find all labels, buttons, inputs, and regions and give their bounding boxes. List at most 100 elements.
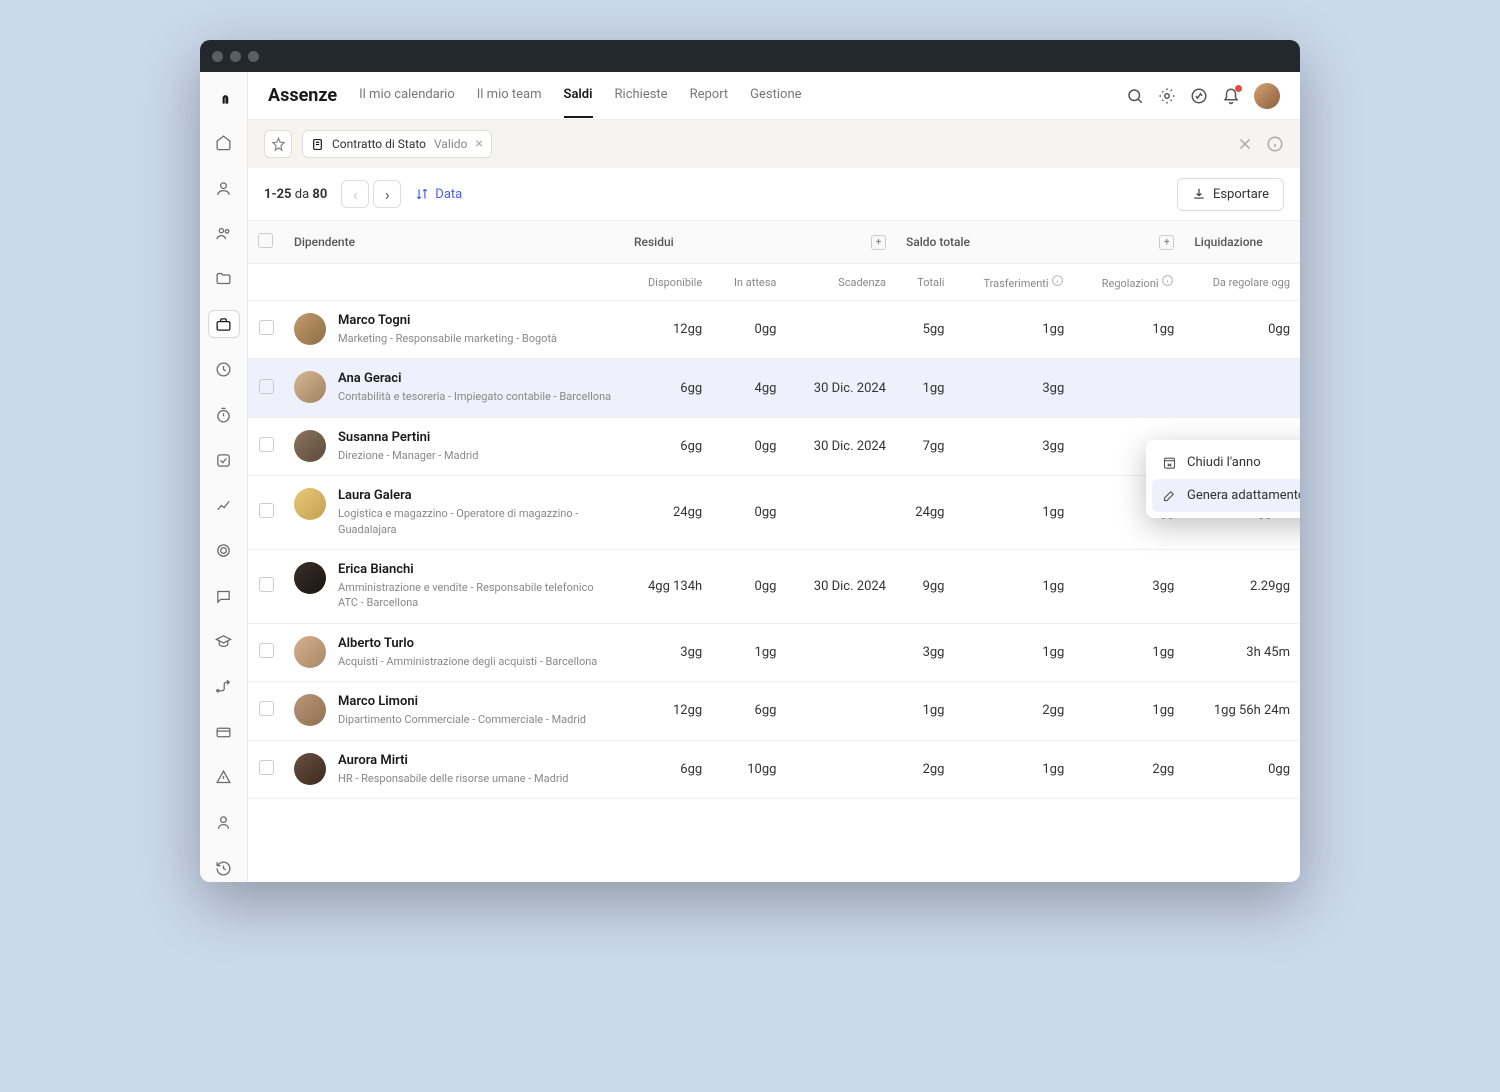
nav-timer-icon[interactable] [208,401,240,428]
cell-attesa: 0gg [712,301,786,359]
cell-scadenza [786,301,896,359]
nav-person-icon[interactable] [208,809,240,836]
nav-check-icon[interactable] [208,447,240,474]
info-icon[interactable] [1266,135,1284,153]
col-group-employee: Dipendente [284,221,624,264]
window-close-dot[interactable] [212,51,223,62]
logo-icon [214,88,234,105]
tab-saldi[interactable]: Saldi [564,73,593,118]
filter-chip[interactable]: Contratto di Stato Valido × [302,130,492,158]
nav-history-icon[interactable] [208,855,240,882]
tab-il-mio-team[interactable]: Il mio team [477,73,542,118]
row-checkbox[interactable] [259,577,274,592]
favorite-button[interactable] [264,130,292,158]
nav-user-icon[interactable] [208,174,240,201]
cell-scadenza: 30 Dic. 2024 [786,549,896,623]
row-checkbox[interactable] [259,643,274,658]
prev-page-button[interactable]: ‹ [341,180,369,208]
sort-button[interactable]: Data [415,187,462,202]
table-row[interactable]: Erica Bianchi Amministrazione e vendite … [248,549,1300,623]
notification-dot [1235,85,1242,92]
cell-da-regolare: 1gg 56h 24m [1184,682,1300,740]
employee-subtitle: Dipartimento Commerciale - Commerciale -… [338,712,586,727]
user-avatar[interactable] [1254,83,1280,109]
cell-regolazioni: 1gg [1074,623,1184,681]
window-max-dot[interactable] [248,51,259,62]
nav-folder-icon[interactable] [208,265,240,292]
activity-icon[interactable] [1190,87,1208,105]
nav-grad-icon[interactable] [208,628,240,655]
row-checkbox[interactable] [259,760,274,775]
cell-da-regolare [1184,359,1300,417]
employee-avatar [294,488,326,520]
nav-chart-icon[interactable] [208,492,240,519]
window-min-dot[interactable] [230,51,241,62]
nav-alert-icon[interactable] [208,764,240,791]
sidebar [200,72,248,882]
nav-briefcase-icon[interactable] [208,310,240,338]
context-generate-adjustment[interactable]: Genera adattamento [1152,479,1300,512]
employee-name: Alberto Turlo [338,636,597,651]
cell-regolazioni: 1gg [1074,682,1184,740]
clear-filters-icon[interactable] [1236,135,1254,153]
context-close-year[interactable]: Chiudi l'anno [1152,446,1300,479]
nav-card-icon[interactable] [208,719,240,746]
filter-chip-remove[interactable]: × [475,136,482,152]
nav-home-icon[interactable] [208,129,240,156]
nav-route-icon[interactable] [208,673,240,700]
context-menu: Chiudi l'anno Genera adattamento [1146,440,1300,518]
table-row[interactable]: Susanna Pertini Direzione - Manager - Ma… [248,417,1300,475]
employee-avatar [294,371,326,403]
cell-totali: 2gg [896,740,954,798]
info-icon [1161,274,1174,287]
cell-trasferimenti: 1gg [954,740,1074,798]
export-button[interactable]: Esportare [1177,178,1284,211]
cell-attesa: 0gg [712,476,786,550]
cell-scadenza [786,682,896,740]
settings-icon[interactable] [1158,87,1176,105]
employee-avatar [294,430,326,462]
row-checkbox[interactable] [259,503,274,518]
col-group-liquid: Liquidazione [1184,221,1300,264]
row-checkbox[interactable] [259,379,274,394]
row-checkbox[interactable] [259,320,274,335]
nav-clock-icon[interactable] [208,356,240,383]
nav-target-icon[interactable] [208,537,240,564]
bell-icon[interactable] [1222,87,1240,105]
row-checkbox[interactable] [259,701,274,716]
document-icon [311,138,324,151]
cell-disponibile: 6gg [624,359,712,417]
filter-bar: Contratto di Stato Valido × [248,120,1300,168]
col-group-saldo: Saldo totale+ [896,221,1184,264]
cell-totali: 3gg [896,623,954,681]
cell-regolazioni: 3gg [1074,549,1184,623]
employee-avatar [294,636,326,668]
select-all-checkbox[interactable] [258,233,273,248]
expand-residui-icon[interactable]: + [871,235,886,250]
tab-gestione[interactable]: Gestione [750,73,801,118]
cell-trasferimenti: 1gg [954,549,1074,623]
nav-chat-icon[interactable] [208,583,240,610]
table-row[interactable]: Aurora Mirti HR - Responsabile delle ris… [248,740,1300,798]
table-row[interactable]: Alberto Turlo Acquisti - Amministrazione… [248,623,1300,681]
row-checkbox[interactable] [259,437,274,452]
table-row[interactable]: Marco Limoni Dipartimento Commerciale - … [248,682,1300,740]
tab-richieste[interactable]: Richieste [615,73,668,118]
sort-label: Data [435,187,462,202]
table-row[interactable]: Laura Galera Logistica e magazzino - Ope… [248,476,1300,550]
filter-chip-value: Valido [434,137,467,151]
expand-saldo-icon[interactable]: + [1159,235,1174,250]
tab-il-mio-calendario[interactable]: Il mio calendario [359,73,455,118]
next-page-button[interactable]: › [373,180,401,208]
tab-report[interactable]: Report [690,73,729,118]
search-icon[interactable] [1126,87,1144,105]
col-da-regolare: Da regolare ogg [1184,264,1300,301]
table-row[interactable]: Marco Togni Marketing - Responsabile mar… [248,301,1300,359]
cell-totali: 5gg [896,301,954,359]
table-row[interactable]: Ana Geraci Contabilità e tesoreria - Imp… [248,359,1300,417]
pagination-text: 1-25 da 80 [264,187,327,202]
cell-attesa: 0gg [712,549,786,623]
employee-name: Marco Limoni [338,694,586,709]
nav-team-icon[interactable] [208,220,240,247]
cell-disponibile: 6gg [624,417,712,475]
